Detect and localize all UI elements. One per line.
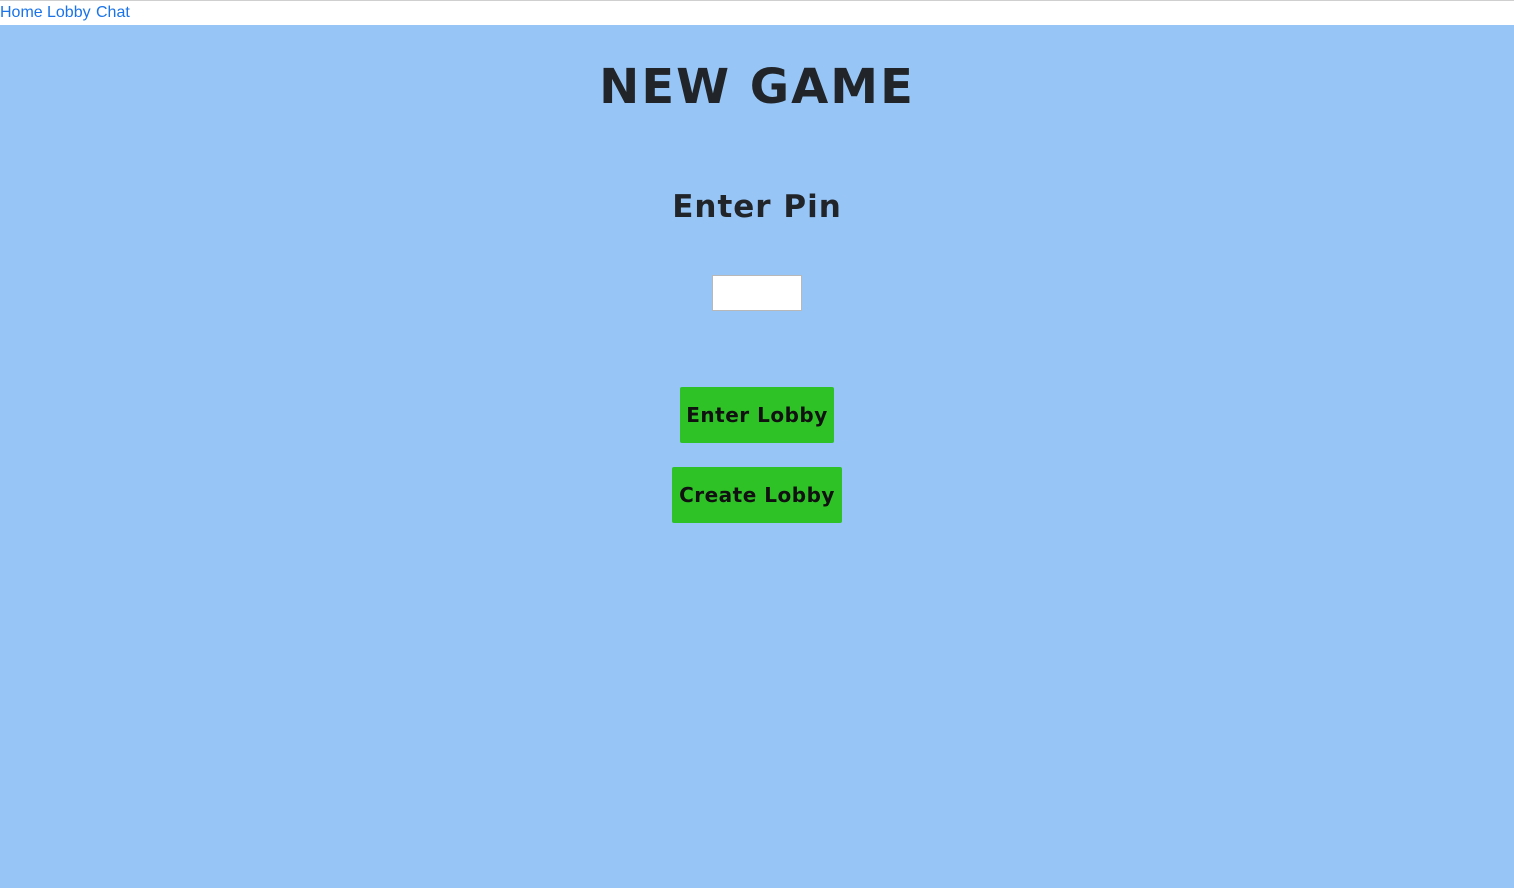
top-nav: Home Lobby Chat [0, 0, 1514, 25]
enter-lobby-button[interactable]: Enter Lobby [680, 387, 834, 443]
nav-link-chat[interactable]: Chat [96, 4, 130, 22]
nav-link-home[interactable]: Home [0, 4, 43, 22]
pin-input[interactable] [712, 275, 802, 311]
create-lobby-button[interactable]: Create Lobby [672, 467, 842, 523]
pin-label: Enter Pin [672, 189, 842, 225]
page-title: NEW GAME [599, 59, 915, 115]
main-content: NEW GAME Enter Pin Enter Lobby Create Lo… [0, 25, 1514, 888]
nav-link-lobby[interactable]: Lobby [47, 4, 91, 22]
